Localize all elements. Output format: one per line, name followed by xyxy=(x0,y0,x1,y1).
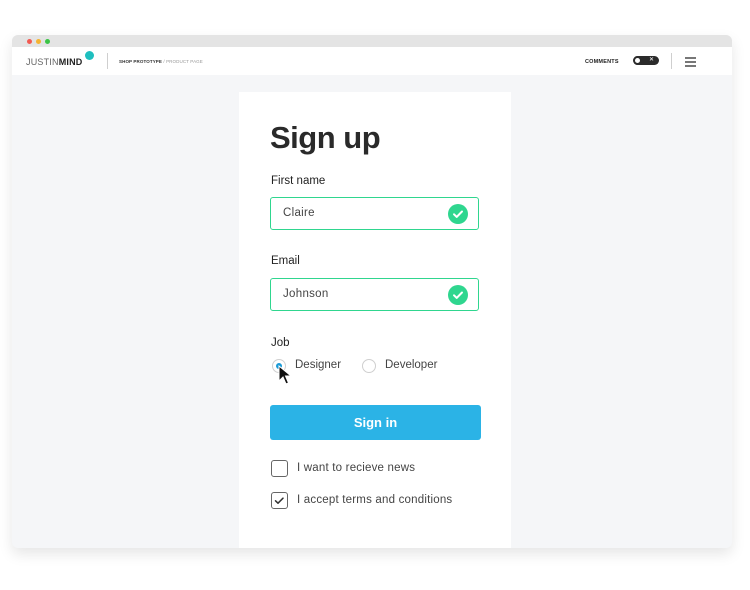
comments-toggle[interactable]: ✕ xyxy=(633,56,659,65)
page-title: Sign up xyxy=(270,120,381,155)
close-window-button[interactable] xyxy=(27,39,32,44)
valid-check-icon xyxy=(448,204,468,224)
logo-dot-icon xyxy=(85,51,94,60)
email-field[interactable]: Johnson xyxy=(270,278,479,311)
hamburger-menu-icon[interactable] xyxy=(685,57,696,69)
checkmark-icon xyxy=(274,497,284,504)
window-titlebar xyxy=(12,35,732,47)
header-divider xyxy=(671,53,672,69)
breadcrumb: SHOP PROTOTYPE / PRODUCT PAGE xyxy=(119,59,203,64)
terms-checkbox-label[interactable]: I accept terms and conditions xyxy=(297,494,452,506)
email-label: Email xyxy=(271,255,300,267)
radio-developer[interactable] xyxy=(362,359,376,373)
valid-check-icon xyxy=(448,285,468,305)
mouse-pointer-icon xyxy=(278,364,293,390)
breadcrumb-separator: / xyxy=(163,59,165,64)
job-label: Job xyxy=(271,337,290,349)
logo-text-light: JUSTIN xyxy=(26,57,59,67)
sign-in-button[interactable]: Sign in xyxy=(270,405,481,440)
first-name-label: First name xyxy=(271,175,326,187)
justinmind-logo[interactable]: JUSTINMIND xyxy=(26,57,83,67)
email-value: Johnson xyxy=(283,288,329,300)
header-divider xyxy=(107,53,108,69)
minimize-window-button[interactable] xyxy=(36,39,41,44)
breadcrumb-page: PRODUCT PAGE xyxy=(166,59,203,64)
first-name-field[interactable]: Claire xyxy=(270,197,479,230)
logo-text-bold: MIND xyxy=(58,57,83,67)
comments-label: COMMENTS xyxy=(585,59,619,65)
first-name-value: Claire xyxy=(283,207,315,219)
terms-checkbox[interactable] xyxy=(271,492,288,509)
radio-developer-label[interactable]: Developer xyxy=(385,359,437,371)
breadcrumb-project[interactable]: SHOP PROTOTYPE xyxy=(119,59,162,64)
maximize-window-button[interactable] xyxy=(45,39,50,44)
browser-window: JUSTINMIND SHOP PROTOTYPE / PRODUCT PAGE… xyxy=(12,35,732,548)
close-icon: ✕ xyxy=(648,57,654,63)
news-checkbox-label[interactable]: I want to recieve news xyxy=(297,462,415,474)
app-header: JUSTINMIND SHOP PROTOTYPE / PRODUCT PAGE… xyxy=(12,47,732,75)
news-checkbox[interactable] xyxy=(271,460,288,477)
toggle-knob xyxy=(635,58,640,63)
signup-card: Sign up First name Claire Email Johnson … xyxy=(239,92,511,548)
radio-designer-label[interactable]: Designer xyxy=(295,359,341,371)
